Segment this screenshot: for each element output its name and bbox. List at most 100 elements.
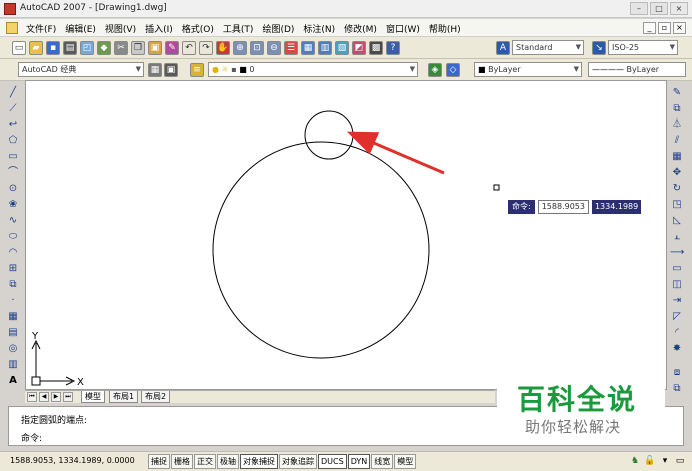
- layer-previous-icon[interactable]: ◇: [446, 63, 460, 77]
- status-toggle-3[interactable]: 极轴: [217, 454, 239, 469]
- chamfer-icon[interactable]: ◸: [670, 310, 684, 324]
- menu-item-6[interactable]: 绘图(D): [262, 22, 294, 35]
- arc-icon[interactable]: ⌒: [6, 166, 20, 180]
- gradient-icon[interactable]: ▤: [6, 326, 20, 340]
- line-icon[interactable]: ╱: [6, 86, 20, 100]
- menu-item-5[interactable]: 工具(T): [223, 22, 254, 35]
- print-icon[interactable]: ▤: [63, 41, 77, 55]
- menu-item-9[interactable]: 窗口(W): [386, 22, 420, 35]
- drawing-canvas[interactable]: Y X 命令: 1588.9053 1334.1989: [25, 80, 667, 390]
- fillet-icon[interactable]: ◜: [670, 326, 684, 340]
- help-icon[interactable]: ?: [386, 41, 400, 55]
- coordinate-readout[interactable]: 1588.9053, 1334.1989, 0.0000: [10, 456, 135, 465]
- save-icon[interactable]: ▪: [46, 41, 60, 55]
- layer-select[interactable]: ● ☼ ▪ ■ 0 ▼: [208, 62, 418, 77]
- menu-item-3[interactable]: 插入(I): [145, 22, 173, 35]
- workspace-settings-icon[interactable]: ▦: [148, 63, 162, 77]
- polygon-icon[interactable]: ⬠: [6, 134, 20, 148]
- menu-item-4[interactable]: 格式(O): [182, 22, 214, 35]
- point-icon[interactable]: ·: [6, 294, 20, 308]
- menu-item-10[interactable]: 帮助(H): [429, 22, 461, 35]
- break-at-point-icon[interactable]: ▭: [670, 262, 684, 276]
- workspace-select[interactable]: AutoCAD 经典 ▼: [18, 62, 144, 77]
- break-icon[interactable]: ◫: [670, 278, 684, 292]
- copy-icon[interactable]: ❐: [131, 41, 145, 55]
- circle-icon[interactable]: ⊙: [6, 182, 20, 196]
- clean-screen-icon[interactable]: ▭: [674, 455, 686, 467]
- match-properties-icon[interactable]: ✎: [165, 41, 179, 55]
- mirror-icon[interactable]: ⏃: [670, 118, 684, 132]
- scale-icon[interactable]: ◳: [670, 198, 684, 212]
- spline-icon[interactable]: ∿: [6, 214, 20, 228]
- calculator-icon[interactable]: ▩: [369, 41, 383, 55]
- revision-cloud-icon[interactable]: ❀: [6, 198, 20, 212]
- text-style-select[interactable]: Standard ▼: [512, 40, 584, 55]
- document-icon[interactable]: [6, 22, 18, 34]
- status-toggle-1[interactable]: 栅格: [171, 454, 193, 469]
- ellipse-icon[interactable]: ⬭: [6, 230, 20, 244]
- menu-item-1[interactable]: 编辑(E): [65, 22, 96, 35]
- menu-item-2[interactable]: 视图(V): [105, 22, 136, 35]
- join-icon[interactable]: ⇥: [670, 294, 684, 308]
- next-tab-button[interactable]: ▶: [51, 392, 61, 402]
- zoom-realtime-icon[interactable]: ⊕: [233, 41, 247, 55]
- open-file-icon[interactable]: ▰: [29, 41, 43, 55]
- doc-restore-button[interactable]: ▫: [658, 22, 671, 34]
- design-center-icon[interactable]: ▦: [301, 41, 315, 55]
- status-toggle-6[interactable]: DUCS: [318, 454, 347, 469]
- status-toggle-0[interactable]: 捕捉: [148, 454, 170, 469]
- large-circle[interactable]: [212, 141, 430, 359]
- ellipse-arc-icon[interactable]: ◠: [6, 246, 20, 260]
- region-icon[interactable]: ◎: [6, 342, 20, 356]
- construction-line-icon[interactable]: ⟋: [6, 102, 20, 116]
- tool-palettes-icon[interactable]: ▥: [318, 41, 332, 55]
- lock-toolbar-icon[interactable]: 🔓: [644, 455, 656, 467]
- move-icon[interactable]: ✥: [670, 166, 684, 180]
- polyline-icon[interactable]: ↩: [6, 118, 20, 132]
- zoom-previous-icon[interactable]: ⊖: [267, 41, 281, 55]
- menu-item-7[interactable]: 标注(N): [303, 22, 335, 35]
- hatch-icon[interactable]: ▦: [6, 310, 20, 324]
- tab-layout1[interactable]: 布局1: [109, 391, 139, 403]
- last-tab-button[interactable]: ⏭: [63, 392, 73, 402]
- multiline-text-icon[interactable]: A: [6, 374, 20, 388]
- linetype-select[interactable]: ———— ByLayer: [588, 62, 686, 77]
- zoom-window-icon[interactable]: ⊡: [250, 41, 264, 55]
- color-select[interactable]: ■ ByLayer ▼: [474, 62, 582, 77]
- bring-front-icon[interactable]: ⧉: [670, 382, 684, 396]
- close-button[interactable]: ×: [670, 2, 688, 15]
- tray-menu-chevron-icon[interactable]: ▾: [659, 455, 671, 467]
- communication-center-icon[interactable]: ♞: [629, 455, 641, 467]
- command-prompt[interactable]: 命令:: [21, 431, 42, 444]
- copy-object-icon[interactable]: ⧉: [670, 102, 684, 116]
- small-circle[interactable]: [304, 110, 354, 160]
- tab-model[interactable]: 模型: [81, 391, 105, 403]
- menu-item-0[interactable]: 文件(F): [26, 22, 56, 35]
- properties-icon[interactable]: ☰: [284, 41, 298, 55]
- redo-icon[interactable]: ↷: [199, 41, 213, 55]
- array-icon[interactable]: ▦: [670, 150, 684, 164]
- make-current-layer-icon[interactable]: ◈: [428, 63, 442, 77]
- table-icon[interactable]: ▥: [6, 358, 20, 372]
- minimize-button[interactable]: –: [630, 2, 648, 15]
- dynamic-input-x-field[interactable]: 1588.9053: [537, 200, 589, 214]
- sheet-set-icon[interactable]: ▧: [335, 41, 349, 55]
- first-tab-button[interactable]: ⏮: [27, 392, 37, 402]
- cut-icon[interactable]: ✂: [114, 41, 128, 55]
- status-toggle-2[interactable]: 正交: [194, 454, 216, 469]
- undo-icon[interactable]: ↶: [182, 41, 196, 55]
- status-toggle-5[interactable]: 对象追踪: [279, 454, 317, 469]
- prev-tab-button[interactable]: ◀: [39, 392, 49, 402]
- paste-icon[interactable]: ▣: [148, 41, 162, 55]
- plot-preview-icon[interactable]: ◰: [80, 41, 94, 55]
- stretch-icon[interactable]: ◺: [670, 214, 684, 228]
- maximize-button[interactable]: □: [650, 2, 668, 15]
- pan-icon[interactable]: ✋: [216, 41, 230, 55]
- make-block-icon[interactable]: ⧉: [6, 278, 20, 292]
- explode-icon[interactable]: ✸: [670, 342, 684, 356]
- publish-icon[interactable]: ◆: [97, 41, 111, 55]
- extend-icon[interactable]: ⟶: [670, 246, 684, 260]
- erase-icon[interactable]: ✎: [670, 86, 684, 100]
- status-toggle-8[interactable]: 线宽: [371, 454, 394, 469]
- draworder-icon[interactable]: ⧈: [670, 366, 684, 380]
